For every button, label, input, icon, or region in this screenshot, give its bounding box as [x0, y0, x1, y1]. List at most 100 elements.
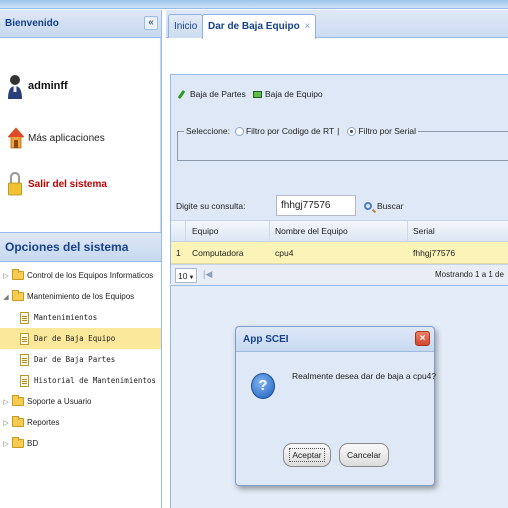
cancel-label: Cancelar — [346, 450, 382, 460]
filter-legend-label: Seleccione: — [186, 126, 230, 136]
tree-node-label: Historial de Mantenimientos — [34, 376, 156, 385]
tree-node-label: Mantenimientos — [34, 313, 98, 322]
more-apps-label: Más aplicaciones — [28, 132, 105, 144]
tree-node-label: Reportes — [27, 418, 60, 427]
filter-serial-radio[interactable] — [347, 126, 357, 136]
cell-serial: fhhgj77576 — [413, 248, 456, 258]
tree-leaf-historial[interactable]: Historial de Mantenimientos — [0, 370, 161, 391]
tree-node-soporte-usuario[interactable]: ▷ Soporte a Usuario — [0, 391, 161, 412]
lock-icon — [8, 171, 22, 196]
question-icon: ? — [251, 373, 275, 399]
tree-node-label: Soporte a Usuario — [27, 397, 92, 406]
baja-equipo-button[interactable]: Baja de Equipo — [253, 89, 323, 99]
first-page-icon[interactable]: |◀ — [203, 269, 212, 280]
folder-icon — [12, 395, 24, 406]
folder-icon — [12, 437, 24, 448]
row-number: 1 — [176, 248, 181, 258]
tab-inicio[interactable]: Inicio — [168, 14, 204, 38]
options-tree: ▷ Control de los Equipos Informaticos ◢ … — [0, 265, 161, 454]
user-area: adminff Más aplicaciones Salir del siste… — [0, 38, 161, 236]
username-label: adminff — [28, 80, 68, 92]
column-header-nombre[interactable]: Nombre del Equipo — [275, 226, 348, 236]
tree-leaf-dar-baja-equipo[interactable]: Dar de Baja Equipo — [0, 328, 161, 349]
tree-node-control-equipos[interactable]: ▷ Control de los Equipos Informaticos — [0, 265, 161, 286]
column-separator — [185, 221, 186, 243]
document-icon — [20, 332, 29, 345]
tree-node-label: Mantenimiento de los Equipos — [27, 292, 135, 301]
query-label: Digite su consulta: — [176, 200, 246, 211]
baja-partes-label: Baja de Partes — [190, 89, 246, 99]
pager-summary: Mostrando 1 a 1 de — [435, 270, 504, 279]
tab-bar: Inicio Dar de Baja Equipo × — [166, 10, 508, 39]
collapse-arrow-icon[interactable]: ◢ — [2, 293, 10, 301]
column-header-serial[interactable]: Serial — [413, 226, 435, 236]
filter-legend: Seleccione: Filtro por Codigo de RT | Fi… — [184, 126, 418, 136]
accept-button[interactable]: Aceptar — [283, 443, 331, 467]
cell-nombre: cpu4 — [275, 248, 294, 258]
more-apps-link[interactable]: Más aplicaciones — [7, 126, 105, 150]
dialog-title: App SCEI — [243, 334, 289, 345]
tree-node-mantenimiento-equipos[interactable]: ◢ Mantenimiento de los Equipos — [0, 286, 161, 307]
baja-equipo-form: Baja de Partes Baja de Equipo Seleccione… — [170, 74, 508, 286]
tab-dar-baja-equipo[interactable]: Dar de Baja Equipo × — [202, 14, 317, 39]
welcome-title: Bienvenido — [5, 18, 59, 29]
filter-separator: | — [337, 126, 340, 136]
filter-serial-label[interactable]: Filtro por Serial — [358, 126, 416, 136]
expand-arrow-icon[interactable]: ▷ — [2, 440, 10, 448]
baja-partes-button[interactable]: Baja de Partes — [177, 89, 246, 99]
search-label: Buscar — [377, 200, 404, 211]
page-size-select[interactable]: 10▼ — [175, 268, 197, 283]
cancel-button[interactable]: Cancelar — [339, 443, 389, 467]
monitor-icon — [253, 90, 262, 98]
tree-node-reportes[interactable]: ▷ Reportes — [0, 412, 161, 433]
expand-arrow-icon[interactable]: ▷ — [2, 398, 10, 406]
tree-node-bd[interactable]: ▷ BD — [0, 433, 161, 454]
accept-label: Aceptar — [289, 448, 325, 462]
dialog-header: App SCEI × — [236, 327, 434, 352]
tree-node-label: Dar de Baja Equipo — [34, 334, 116, 343]
document-icon — [20, 311, 29, 324]
dropdown-arrow-icon: ▼ — [188, 275, 195, 281]
folder-icon — [12, 269, 24, 280]
user-icon — [8, 74, 22, 99]
column-header-equipo[interactable]: Equipo — [192, 226, 218, 236]
tree-node-label: Control de los Equipos Informaticos — [27, 271, 154, 280]
search-icon — [364, 201, 372, 210]
tab-close-icon[interactable]: × — [304, 21, 310, 32]
tree-leaf-mantenimientos[interactable]: Mantenimientos — [0, 307, 161, 328]
form-toolbar: Baja de Partes Baja de Equipo — [171, 75, 508, 117]
grid-header: Equipo Nombre del Equipo Serial — [171, 220, 508, 243]
query-input[interactable]: fhhgj77576 — [276, 195, 356, 216]
tab-label: Dar de Baja Equipo — [208, 21, 300, 32]
collapse-panel-button[interactable]: « — [144, 16, 158, 30]
filter-rt-radio[interactable] — [234, 126, 244, 136]
logout-link[interactable]: Salir del sistema — [8, 171, 107, 196]
welcome-panel-header: Bienvenido « — [0, 10, 161, 38]
tree-node-label: BD — [27, 439, 39, 448]
expand-arrow-icon[interactable]: ▷ — [2, 272, 10, 280]
column-separator — [269, 221, 270, 243]
page-size-value: 10 — [178, 271, 188, 281]
query-row: Digite su consulta: fhhgj77576 Buscar — [176, 195, 403, 216]
system-options-header: Opciones del sistema — [0, 232, 161, 262]
expand-arrow-icon[interactable]: ▷ — [2, 419, 10, 427]
search-button[interactable]: Buscar — [364, 201, 403, 211]
folder-icon — [12, 416, 24, 427]
filter-fieldset: Seleccione: Filtro por Codigo de RT | Fi… — [177, 126, 508, 161]
confirm-dialog: App SCEI × ? Realmente desea dar de baja… — [235, 326, 437, 486]
filter-rt-label[interactable]: Filtro por Codigo de RT — [246, 126, 334, 136]
tree-leaf-dar-baja-partes[interactable]: Dar de Baja Partes — [0, 349, 161, 370]
column-separator — [407, 221, 408, 243]
folder-open-icon — [12, 290, 24, 301]
west-panel: Bienvenido « adminff Más aplicaciones Sa… — [0, 10, 162, 508]
user-item: adminff — [8, 74, 68, 99]
pencil-icon — [177, 89, 186, 99]
grid-pager: 10▼ |◀ Mostrando 1 a 1 de — [171, 264, 508, 286]
dialog-close-button[interactable]: × — [415, 331, 430, 346]
dialog-message: Realmente desea dar de baja a cpu4? — [292, 371, 437, 381]
table-row[interactable]: 1 Computadora cpu4 fhhgj77576 — [171, 242, 508, 264]
app-top-strip — [0, 0, 508, 9]
cell-equipo: Computadora — [192, 248, 244, 258]
dialog-body: ? Realmente desea dar de baja a cpu4? Ac… — [236, 353, 437, 485]
tab-label: Inicio — [174, 21, 198, 32]
